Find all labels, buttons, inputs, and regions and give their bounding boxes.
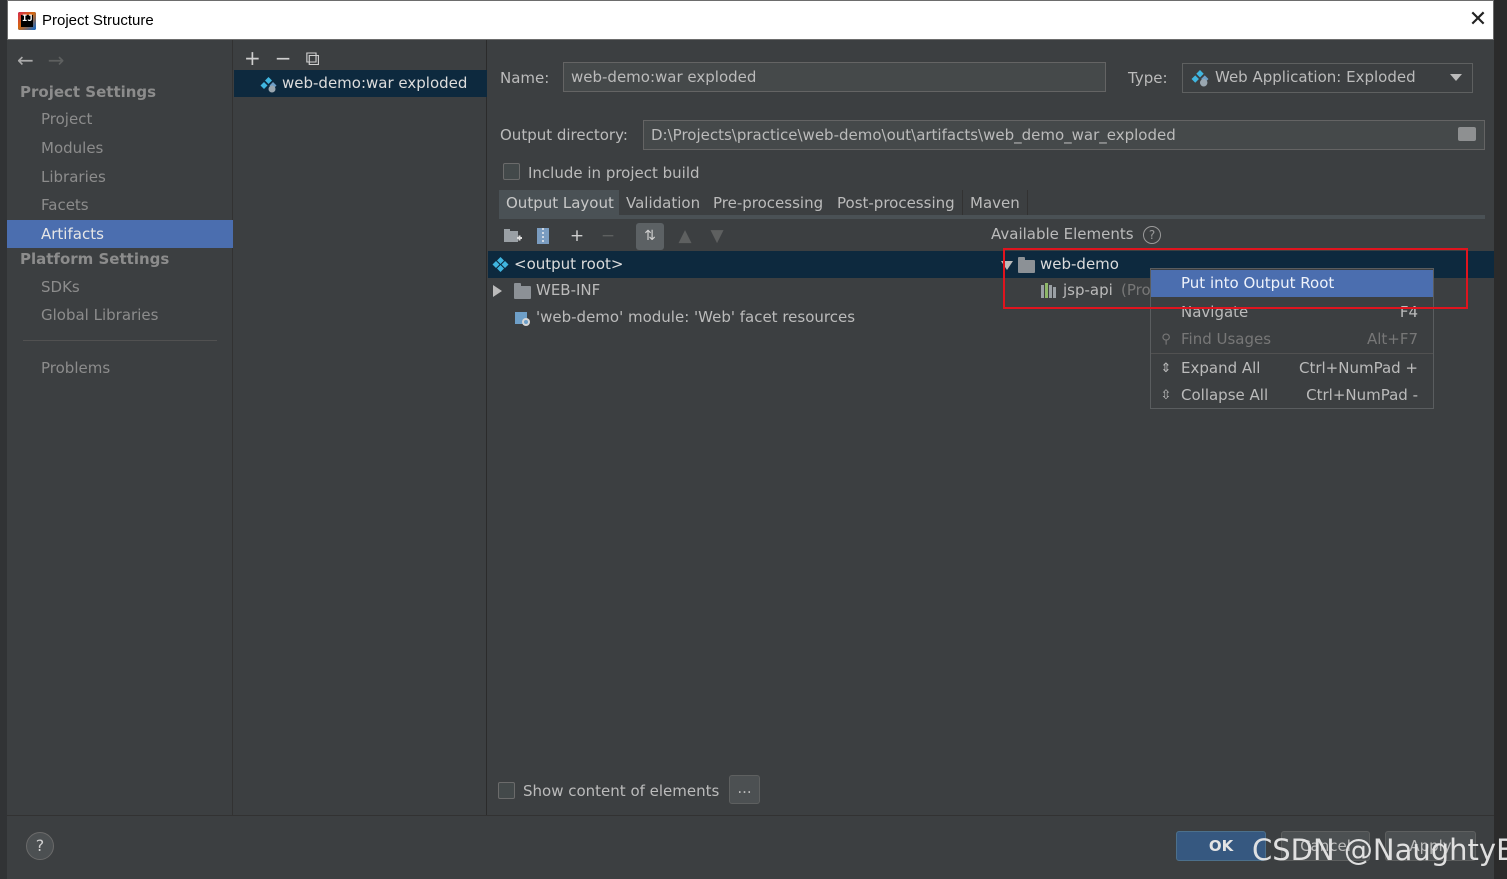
artifacts-toolbar: + − ⧉ [244, 46, 334, 70]
tab-post-processing[interactable]: Post-processing [830, 190, 963, 216]
output-directory-label: Output directory: [500, 126, 628, 144]
web-inf-label: WEB-INF [536, 281, 601, 299]
tab-output-layout[interactable]: Output Layout [499, 190, 622, 216]
menu-item-shortcut: Ctrl+NumPad + [1298, 359, 1418, 377]
nav-item-sdks[interactable]: SDKs [7, 273, 233, 301]
collapse-all-icon: ⇳ [1160, 388, 1172, 403]
output-directory-value: D:\Projects\practice\web-demo\out\artifa… [651, 126, 1176, 144]
artifacts-list-panel: + − ⧉ web-demo:war exploded [234, 40, 487, 815]
type-select-value: Web Application: Exploded [1215, 68, 1416, 86]
artifact-config-panel: Name: web-demo:war exploded Type: Web Ap… [488, 40, 1494, 815]
search-icon: ⚲ [1161, 332, 1171, 347]
browse-folder-icon[interactable] [1458, 127, 1476, 141]
menu-item-find-usages: ⚲ Find Usages Alt+F7 [1151, 326, 1433, 353]
output-layout-tree: <output root> WEB-INF 'web-demo' module:… [488, 251, 994, 771]
web-artifact-icon [260, 77, 277, 93]
tree-row-web-inf[interactable]: WEB-INF [488, 277, 994, 304]
tab-maven[interactable]: Maven [963, 190, 1028, 216]
back-arrow-icon[interactable]: ← [17, 48, 34, 72]
menu-divider [1151, 353, 1433, 354]
show-content-checkbox[interactable] [498, 782, 515, 799]
remove-artifact-icon[interactable]: − [275, 46, 292, 70]
move-down-icon: ▼ [710, 226, 724, 246]
facet-resources-label: 'web-demo' module: 'Web' facet resources [536, 308, 856, 326]
background-ide-left [0, 0, 7, 879]
tree-row-output-root[interactable]: <output root> [488, 251, 994, 278]
type-select[interactable]: Web Application: Exploded [1182, 63, 1473, 93]
more-options-button[interactable]: ... [729, 775, 760, 804]
include-build-label: Include in project build [528, 164, 700, 182]
add-icon[interactable]: + [567, 226, 587, 246]
web-artifact-icon [1191, 70, 1209, 87]
new-directory-icon[interactable] [503, 226, 523, 246]
expand-arrow-icon[interactable] [493, 285, 502, 297]
output-layout-toolbar: + − ⇅ ▲ ▼ [499, 221, 989, 251]
tree-row-facet-resources[interactable]: 'web-demo' module: 'Web' facet resources [488, 304, 994, 331]
nav-item-facets[interactable]: Facets [7, 191, 233, 219]
output-directory-input[interactable]: D:\Projects\practice\web-demo\out\artifa… [643, 120, 1485, 150]
tab-underline [499, 215, 1485, 219]
nav-item-problems[interactable]: Problems [7, 354, 233, 382]
nav-item-artifacts[interactable]: Artifacts [7, 220, 233, 248]
nav-item-libraries[interactable]: Libraries [7, 163, 233, 191]
project-structure-dialog: IJ Project Structure ✕ ← → Project Settin… [7, 0, 1494, 879]
name-label: Name: [500, 69, 550, 87]
include-build-checkbox[interactable] [503, 163, 520, 180]
expand-all-icon: ⇕ [1160, 361, 1172, 376]
output-root-icon [492, 257, 509, 272]
background-ide-right [1494, 0, 1507, 879]
settings-nav: ← → Project Settings Project Modules Libr… [7, 40, 233, 815]
menu-item-label: Find Usages [1181, 330, 1272, 348]
window-title: Project Structure [42, 12, 154, 29]
close-icon[interactable]: ✕ [1464, 7, 1492, 32]
title-bar: IJ Project Structure ✕ [7, 0, 1494, 40]
tab-pre-processing[interactable]: Pre-processing [706, 190, 832, 216]
project-settings-header: Project Settings [20, 83, 157, 101]
nav-item-global-libraries[interactable]: Global Libraries [7, 301, 233, 329]
copy-artifact-icon[interactable]: ⧉ [306, 46, 320, 70]
move-up-icon: ▲ [678, 226, 692, 246]
available-elements-label: Available Elements [991, 225, 1134, 243]
remove-icon: − [600, 226, 616, 246]
menu-item-expand-all[interactable]: ⇕ Expand All Ctrl+NumPad + [1151, 355, 1433, 382]
intellij-logo-icon: IJ [18, 12, 36, 30]
name-input[interactable]: web-demo:war exploded [563, 62, 1106, 92]
add-artifact-icon[interactable]: + [244, 46, 261, 70]
nav-item-project[interactable]: Project [7, 105, 233, 133]
help-button[interactable]: ? [26, 832, 54, 860]
output-root-label: <output root> [514, 255, 624, 273]
nav-divider [23, 340, 217, 341]
show-content-label: Show content of elements [523, 782, 720, 800]
nav-item-modules[interactable]: Modules [7, 134, 233, 162]
help-icon[interactable]: ? [1143, 226, 1161, 244]
menu-item-collapse-all[interactable]: ⇳ Collapse All Ctrl+NumPad - [1151, 382, 1433, 409]
menu-item-label: Collapse All [1181, 386, 1269, 404]
folder-icon [514, 283, 531, 299]
tab-validation[interactable]: Validation [619, 190, 709, 216]
sort-icon[interactable]: ⇅ [636, 223, 664, 250]
menu-item-shortcut: Alt+F7 [1366, 330, 1418, 348]
archive-icon[interactable] [533, 226, 553, 246]
artifact-item[interactable]: web-demo:war exploded [234, 70, 487, 97]
platform-settings-header: Platform Settings [20, 250, 170, 268]
forward-arrow-icon[interactable]: → [48, 48, 65, 72]
artifact-item-label: web-demo:war exploded [282, 74, 468, 92]
menu-item-shortcut: Ctrl+NumPad - [1306, 386, 1418, 404]
watermark: CSDN @NaughtyBo [1252, 833, 1507, 867]
facet-resources-icon [515, 312, 530, 326]
chevron-down-icon [1450, 74, 1462, 81]
menu-item-label: Expand All [1181, 359, 1261, 377]
type-label: Type: [1128, 69, 1168, 87]
nav-history: ← → [17, 48, 65, 72]
highlight-annotation-box [1003, 248, 1468, 309]
